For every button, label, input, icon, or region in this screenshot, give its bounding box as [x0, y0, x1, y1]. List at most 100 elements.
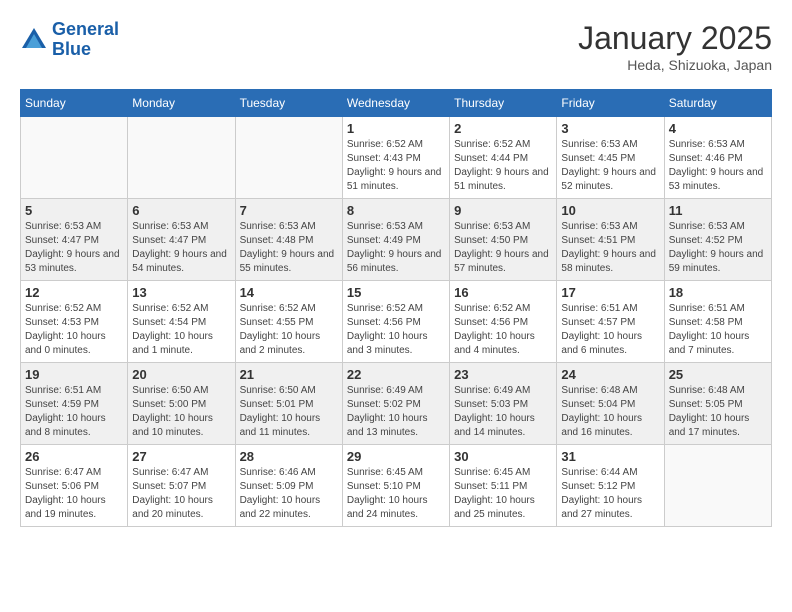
- day-number: 11: [669, 203, 767, 218]
- day-info: Sunrise: 6:47 AM Sunset: 5:07 PM Dayligh…: [132, 466, 230, 522]
- day-number: 18: [669, 285, 767, 300]
- calendar-day-cell: 1 Sunrise: 6:52 AM Sunset: 4:43 PM Daylig…: [342, 117, 449, 199]
- day-info: Sunrise: 6:52 AM Sunset: 4:53 PM Dayligh…: [25, 302, 123, 358]
- day-info: Sunrise: 6:53 AM Sunset: 4:50 PM Dayligh…: [454, 220, 552, 276]
- day-info: Sunrise: 6:51 AM Sunset: 4:57 PM Dayligh…: [561, 302, 659, 358]
- day-info: Sunrise: 6:52 AM Sunset: 4:43 PM Dayligh…: [347, 138, 445, 194]
- weekday-header: Thursday: [450, 90, 557, 117]
- calendar-day-cell: 2 Sunrise: 6:52 AM Sunset: 4:44 PM Daylig…: [450, 117, 557, 199]
- day-number: 2: [454, 121, 552, 136]
- day-number: 10: [561, 203, 659, 218]
- calendar-day-cell: 14Sunrise: 6:52 AM Sunset: 4:55 PM Dayli…: [235, 281, 342, 363]
- day-info: Sunrise: 6:53 AM Sunset: 4:47 PM Dayligh…: [25, 220, 123, 276]
- day-info: Sunrise: 6:44 AM Sunset: 5:12 PM Dayligh…: [561, 466, 659, 522]
- day-number: 7: [240, 203, 338, 218]
- day-number: 19: [25, 367, 123, 382]
- calendar-day-cell: 27 Sunrise: 6:47 AM Sunset: 5:07 PM Dayli…: [128, 445, 235, 527]
- day-info: Sunrise: 6:53 AM Sunset: 4:51 PM Dayligh…: [561, 220, 659, 276]
- month-title: January 2025: [578, 20, 772, 57]
- calendar-day-cell: [128, 117, 235, 199]
- day-info: Sunrise: 6:53 AM Sunset: 4:47 PM Dayligh…: [132, 220, 230, 276]
- calendar-day-cell: 12 Sunrise: 6:52 AM Sunset: 4:53 PM Dayli…: [21, 281, 128, 363]
- day-info: Sunrise: 6:53 AM Sunset: 4:45 PM Dayligh…: [561, 138, 659, 194]
- calendar-week-row: 1 Sunrise: 6:52 AM Sunset: 4:43 PM Daylig…: [21, 117, 772, 199]
- calendar-day-cell: 3 Sunrise: 6:53 AM Sunset: 4:45 PM Daylig…: [557, 117, 664, 199]
- calendar-day-cell: 10 Sunrise: 6:53 AM Sunset: 4:51 PM Dayli…: [557, 199, 664, 281]
- calendar-day-cell: 7 Sunrise: 6:53 AM Sunset: 4:48 PM Daylig…: [235, 199, 342, 281]
- calendar-day-cell: 5Sunrise: 6:53 AM Sunset: 4:47 PM Daylig…: [21, 199, 128, 281]
- day-info: Sunrise: 6:45 AM Sunset: 5:11 PM Dayligh…: [454, 466, 552, 522]
- logo-line1: General: [52, 19, 119, 39]
- day-number: 30: [454, 449, 552, 464]
- calendar-day-cell: 24Sunrise: 6:48 AM Sunset: 5:04 PM Dayli…: [557, 363, 664, 445]
- day-number: 27: [132, 449, 230, 464]
- day-info: Sunrise: 6:48 AM Sunset: 5:04 PM Dayligh…: [561, 384, 659, 440]
- day-info: Sunrise: 6:49 AM Sunset: 5:02 PM Dayligh…: [347, 384, 445, 440]
- calendar-day-cell: [664, 445, 771, 527]
- day-number: 16: [454, 285, 552, 300]
- day-number: 20: [132, 367, 230, 382]
- day-number: 8: [347, 203, 445, 218]
- calendar-day-cell: 11Sunrise: 6:53 AM Sunset: 4:52 PM Dayli…: [664, 199, 771, 281]
- logo-text: General Blue: [52, 20, 119, 60]
- day-number: 1: [347, 121, 445, 136]
- weekday-header: Sunday: [21, 90, 128, 117]
- weekday-header: Friday: [557, 90, 664, 117]
- day-number: 29: [347, 449, 445, 464]
- calendar-day-cell: 16 Sunrise: 6:52 AM Sunset: 4:56 PM Dayli…: [450, 281, 557, 363]
- day-info: Sunrise: 6:48 AM Sunset: 5:05 PM Dayligh…: [669, 384, 767, 440]
- title-block: January 2025 Heda, Shizuoka, Japan: [578, 20, 772, 73]
- calendar-day-cell: 31 Sunrise: 6:44 AM Sunset: 5:12 PM Dayli…: [557, 445, 664, 527]
- calendar-week-row: 12 Sunrise: 6:52 AM Sunset: 4:53 PM Dayli…: [21, 281, 772, 363]
- day-info: Sunrise: 6:52 AM Sunset: 4:44 PM Dayligh…: [454, 138, 552, 194]
- calendar-week-row: 26 Sunrise: 6:47 AM Sunset: 5:06 PM Dayli…: [21, 445, 772, 527]
- logo: General Blue: [20, 20, 119, 60]
- weekday-header: Tuesday: [235, 90, 342, 117]
- day-info: Sunrise: 6:50 AM Sunset: 5:00 PM Dayligh…: [132, 384, 230, 440]
- weekday-header: Wednesday: [342, 90, 449, 117]
- day-number: 9: [454, 203, 552, 218]
- calendar-day-cell: 30 Sunrise: 6:45 AM Sunset: 5:11 PM Dayli…: [450, 445, 557, 527]
- day-info: Sunrise: 6:53 AM Sunset: 4:49 PM Dayligh…: [347, 220, 445, 276]
- day-info: Sunrise: 6:52 AM Sunset: 4:54 PM Dayligh…: [132, 302, 230, 358]
- day-number: 3: [561, 121, 659, 136]
- weekday-header: Saturday: [664, 90, 771, 117]
- day-info: Sunrise: 6:51 AM Sunset: 4:58 PM Dayligh…: [669, 302, 767, 358]
- calendar-day-cell: 22 Sunrise: 6:49 AM Sunset: 5:02 PM Dayli…: [342, 363, 449, 445]
- day-number: 12: [25, 285, 123, 300]
- day-number: 14: [240, 285, 338, 300]
- day-number: 6: [132, 203, 230, 218]
- day-info: Sunrise: 6:49 AM Sunset: 5:03 PM Dayligh…: [454, 384, 552, 440]
- day-number: 26: [25, 449, 123, 464]
- day-info: Sunrise: 6:53 AM Sunset: 4:48 PM Dayligh…: [240, 220, 338, 276]
- calendar-day-cell: 28Sunrise: 6:46 AM Sunset: 5:09 PM Dayli…: [235, 445, 342, 527]
- day-number: 13: [132, 285, 230, 300]
- calendar-day-cell: 18 Sunrise: 6:51 AM Sunset: 4:58 PM Dayli…: [664, 281, 771, 363]
- calendar-day-cell: 21 Sunrise: 6:50 AM Sunset: 5:01 PM Dayli…: [235, 363, 342, 445]
- day-number: 15: [347, 285, 445, 300]
- calendar-day-cell: 20 Sunrise: 6:50 AM Sunset: 5:00 PM Dayli…: [128, 363, 235, 445]
- day-info: Sunrise: 6:45 AM Sunset: 5:10 PM Dayligh…: [347, 466, 445, 522]
- day-info: Sunrise: 6:51 AM Sunset: 4:59 PM Dayligh…: [25, 384, 123, 440]
- day-info: Sunrise: 6:52 AM Sunset: 4:56 PM Dayligh…: [454, 302, 552, 358]
- logo-line2: Blue: [52, 39, 91, 59]
- day-info: Sunrise: 6:53 AM Sunset: 4:46 PM Dayligh…: [669, 138, 767, 194]
- day-number: 22: [347, 367, 445, 382]
- calendar-day-cell: 6 Sunrise: 6:53 AM Sunset: 4:47 PM Daylig…: [128, 199, 235, 281]
- day-info: Sunrise: 6:50 AM Sunset: 5:01 PM Dayligh…: [240, 384, 338, 440]
- calendar-day-cell: 19 Sunrise: 6:51 AM Sunset: 4:59 PM Dayli…: [21, 363, 128, 445]
- calendar-day-cell: 25 Sunrise: 6:48 AM Sunset: 5:05 PM Dayli…: [664, 363, 771, 445]
- day-number: 4: [669, 121, 767, 136]
- calendar-header-row: SundayMondayTuesdayWednesdayThursdayFrid…: [21, 90, 772, 117]
- calendar-table: SundayMondayTuesdayWednesdayThursdayFrid…: [20, 89, 772, 527]
- day-number: 25: [669, 367, 767, 382]
- calendar-day-cell: 26 Sunrise: 6:47 AM Sunset: 5:06 PM Dayli…: [21, 445, 128, 527]
- day-number: 31: [561, 449, 659, 464]
- day-info: Sunrise: 6:47 AM Sunset: 5:06 PM Dayligh…: [25, 466, 123, 522]
- calendar-day-cell: [235, 117, 342, 199]
- logo-icon: [20, 26, 48, 54]
- calendar-day-cell: 8 Sunrise: 6:53 AM Sunset: 4:49 PM Daylig…: [342, 199, 449, 281]
- calendar-week-row: 19 Sunrise: 6:51 AM Sunset: 4:59 PM Dayli…: [21, 363, 772, 445]
- day-number: 21: [240, 367, 338, 382]
- day-number: 28: [240, 449, 338, 464]
